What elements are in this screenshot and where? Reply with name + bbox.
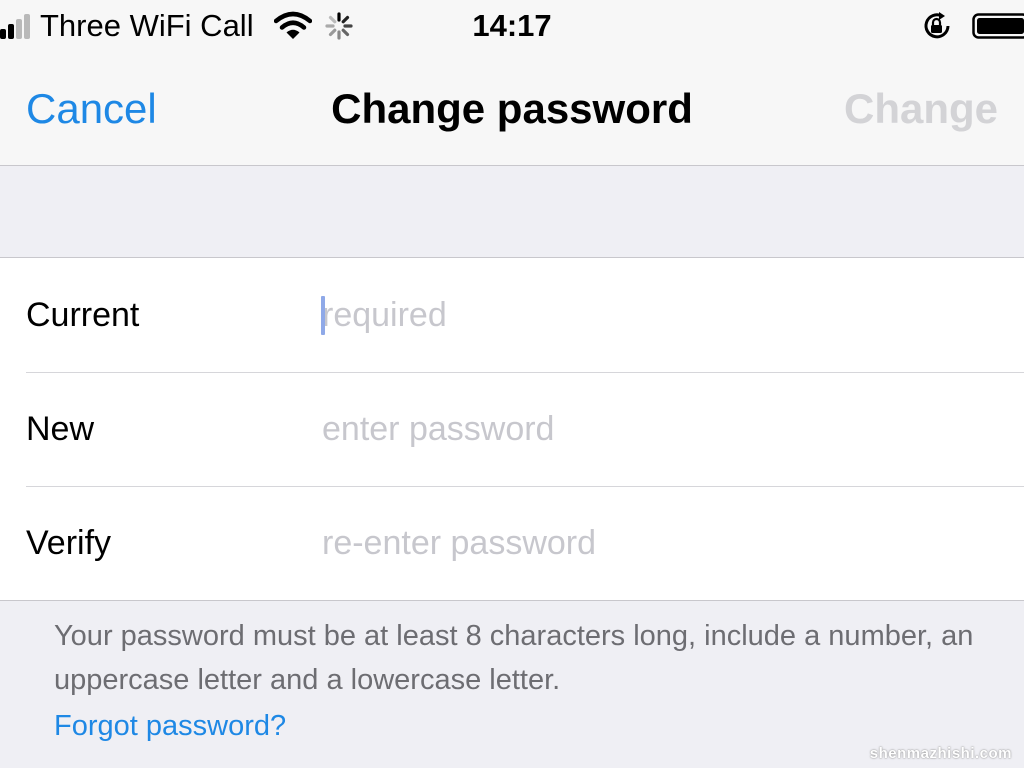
status-bar: Three WiFi Call 14:17 <box>0 0 1024 52</box>
current-password-row[interactable]: Current <box>0 258 1024 372</box>
rotation-lock-icon <box>924 12 950 39</box>
wifi-icon <box>274 11 312 39</box>
navigation-bar: Cancel Change password Change <box>0 52 1024 166</box>
spinner-icon <box>325 12 353 40</box>
verify-password-row[interactable]: Verify <box>0 486 1024 600</box>
text-cursor <box>321 296 325 335</box>
password-form: Current New Verify <box>0 257 1024 601</box>
change-button[interactable]: Change <box>844 84 998 134</box>
verify-password-label: Verify <box>26 524 112 562</box>
forgot-password-link[interactable]: Forgot password? <box>54 704 286 748</box>
change-password-screen: Three WiFi Call 14:17 Cancel Change pass… <box>0 0 1024 768</box>
new-password-input[interactable] <box>322 404 992 454</box>
password-requirements-hint: Your password must be at least 8 charact… <box>54 620 974 696</box>
verify-password-input[interactable] <box>322 518 992 568</box>
current-password-input[interactable] <box>322 290 992 340</box>
new-password-row[interactable]: New <box>0 372 1024 486</box>
new-password-label: New <box>26 410 95 448</box>
signal-icon <box>0 13 32 39</box>
current-password-label: Current <box>26 296 140 334</box>
status-time: 14:17 <box>472 8 552 43</box>
watermark: shenmazhishi.com <box>869 745 1012 762</box>
page-title: Change password <box>331 85 693 132</box>
cancel-button[interactable]: Cancel <box>26 84 157 134</box>
battery-icon <box>972 13 1024 39</box>
carrier-name: Three WiFi Call <box>40 8 254 43</box>
